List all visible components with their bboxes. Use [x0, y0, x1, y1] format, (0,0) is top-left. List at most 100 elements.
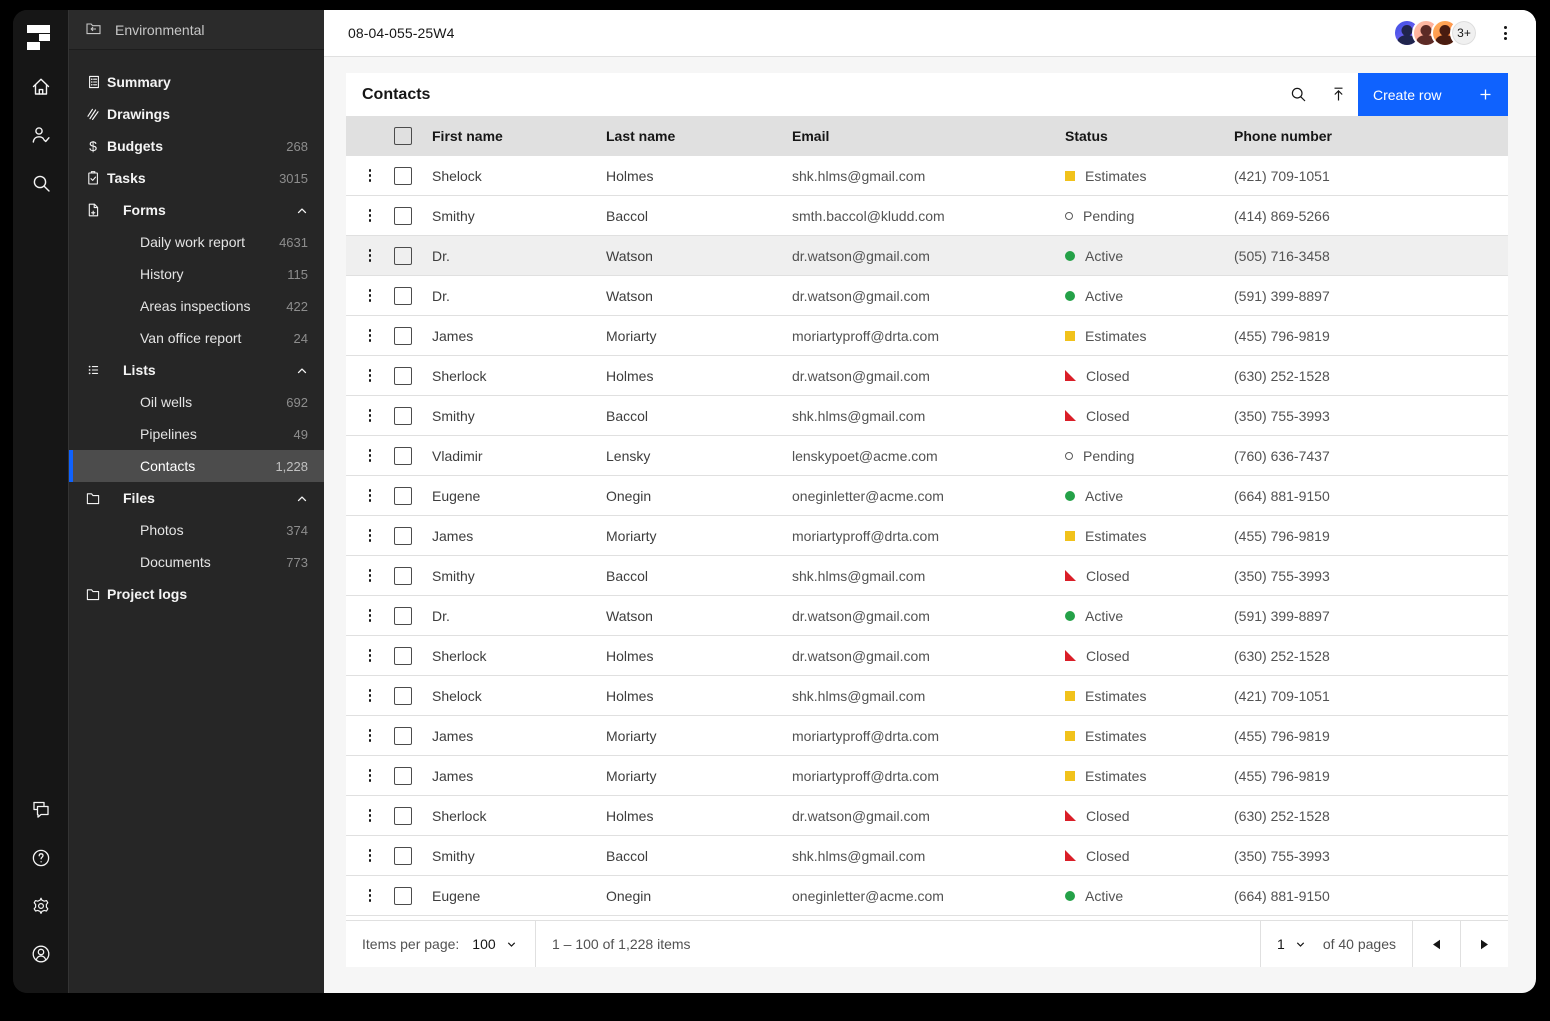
project-switcher[interactable]: Environmental [69, 10, 324, 50]
cell-phone: (591) 399-8897 [1234, 287, 1330, 304]
member-avatars[interactable]: 3+ [1393, 19, 1478, 47]
row-overflow-menu-icon[interactable] [361, 685, 379, 707]
sidebar-item-project-logs[interactable]: Project logs [69, 578, 324, 610]
row-checkbox[interactable] [394, 606, 412, 625]
row-overflow-menu-icon[interactable] [361, 885, 379, 907]
table-row[interactable]: Smithy Baccol smth.baccol@kludd.com Pending… [346, 196, 1508, 236]
upload-icon [1333, 87, 1343, 101]
table-row[interactable]: James Moriarty moriartyproff@drta.com Estim… [346, 716, 1508, 756]
table-header: First name Last name Email Status Phone … [346, 116, 1508, 156]
row-checkbox[interactable] [394, 806, 412, 825]
sidebar-item-budgets[interactable]: $ Budgets 268 [69, 130, 324, 162]
home-button[interactable] [30, 78, 52, 100]
row-checkbox[interactable] [394, 486, 412, 505]
row-overflow-menu-icon[interactable] [361, 325, 379, 347]
row-checkbox[interactable] [394, 526, 412, 545]
sidebar-item-photos[interactable]: Photos 374 [69, 514, 324, 546]
row-checkbox[interactable] [394, 446, 412, 465]
row-overflow-menu-icon[interactable] [361, 285, 379, 307]
row-overflow-menu-icon[interactable] [361, 365, 379, 387]
account-button[interactable] [30, 945, 52, 967]
table-row[interactable]: Dr. Watson dr.watson@gmail.com Active (591) … [346, 596, 1508, 636]
row-overflow-menu-icon[interactable] [361, 765, 379, 787]
table-row[interactable]: Smithy Baccol shk.hlms@gmail.com Closed (350… [346, 396, 1508, 436]
sidebar-item-areas-inspections[interactable]: Areas inspections 422 [69, 290, 324, 322]
row-overflow-menu-icon[interactable] [361, 245, 379, 267]
next-page-button[interactable] [1460, 921, 1508, 967]
sidebar-item-count: 1,228 [275, 458, 308, 474]
table-row[interactable]: Smithy Baccol shk.hlms@gmail.com Closed (350… [346, 556, 1508, 596]
row-checkbox[interactable] [394, 406, 412, 425]
table-row[interactable]: Shelock Holmes shk.hlms@gmail.com Estimates… [346, 156, 1508, 196]
table-row[interactable]: James Moriarty moriartyproff@drta.com Estim… [346, 516, 1508, 556]
sidebar-item-summary[interactable]: Summary [69, 66, 324, 98]
sidebar-item-documents[interactable]: Documents 773 [69, 546, 324, 578]
table-row[interactable]: Vladimir Lensky lenskypoet@acme.com Pending… [346, 436, 1508, 476]
row-checkbox[interactable] [394, 726, 412, 745]
forum-button[interactable] [30, 801, 52, 823]
sidebar-item-drawings[interactable]: Drawings [69, 98, 324, 130]
table-row[interactable]: Dr. Watson dr.watson@gmail.com Active (591) … [346, 276, 1508, 316]
sidebar-item-history[interactable]: History 115 [69, 258, 324, 290]
search-button[interactable] [1278, 73, 1318, 116]
overflow-menu-icon[interactable] [1496, 24, 1514, 42]
row-checkbox[interactable] [394, 766, 412, 785]
sidebar-item-forms[interactable]: Forms [69, 194, 324, 226]
sidebar-item-tasks[interactable]: Tasks 3015 [69, 162, 324, 194]
help-button[interactable] [30, 849, 52, 871]
select-all-checkbox[interactable] [394, 127, 412, 145]
row-checkbox[interactable] [394, 206, 412, 225]
row-overflow-menu-icon[interactable] [361, 805, 379, 827]
table-row[interactable]: Dr. Watson dr.watson@gmail.com Active (505) … [346, 236, 1508, 276]
user-follow-button[interactable] [30, 126, 52, 148]
row-overflow-menu-icon[interactable] [361, 485, 379, 507]
sidebar-item-oil-wells[interactable]: Oil wells 692 [69, 386, 324, 418]
cell-last-name: Watson [606, 287, 653, 304]
table-row[interactable]: Sherlock Holmes dr.watson@gmail.com Closed (… [346, 356, 1508, 396]
row-checkbox[interactable] [394, 326, 412, 345]
row-overflow-menu-icon[interactable] [361, 165, 379, 187]
table-row[interactable]: Smithy Baccol shk.hlms@gmail.com Closed (350… [346, 836, 1508, 876]
table-row[interactable]: Eugene Onegin oneginletter@acme.com Active (… [346, 476, 1508, 516]
row-checkbox[interactable] [394, 846, 412, 865]
row-checkbox[interactable] [394, 566, 412, 585]
row-checkbox[interactable] [394, 366, 412, 385]
row-checkbox[interactable] [394, 646, 412, 665]
avatar-overflow-badge[interactable]: 3+ [1450, 19, 1478, 47]
row-overflow-menu-icon[interactable] [361, 845, 379, 867]
sidebar-item-pipelines[interactable]: Pipelines 49 [69, 418, 324, 450]
table-row[interactable]: James Moriarty moriartyproff@drta.com Estim… [346, 756, 1508, 796]
sidebar-item-label: Project logs [107, 586, 188, 602]
row-overflow-menu-icon[interactable] [361, 405, 379, 427]
table-row[interactable]: Sherlock Holmes dr.watson@gmail.com Closed (… [346, 636, 1508, 676]
row-checkbox[interactable] [394, 286, 412, 305]
row-overflow-menu-icon[interactable] [361, 445, 379, 467]
sidebar-item-contacts[interactable]: Contacts 1,228 [69, 450, 324, 482]
row-overflow-menu-icon[interactable] [361, 565, 379, 587]
row-overflow-menu-icon[interactable] [361, 605, 379, 627]
row-checkbox[interactable] [394, 886, 412, 905]
table-row[interactable]: James Moriarty moriartyproff@drta.com Estim… [346, 316, 1508, 356]
table-row[interactable]: Shelock Holmes shk.hlms@gmail.com Estimates… [346, 676, 1508, 716]
sidebar-item-lists[interactable]: Lists [69, 354, 324, 386]
upload-button[interactable] [1318, 73, 1358, 116]
sidebar-item-daily-work-report[interactable]: Daily work report 4631 [69, 226, 324, 258]
items-per-page-select[interactable]: 100 [472, 936, 516, 952]
previous-page-button[interactable] [1412, 921, 1460, 967]
row-checkbox[interactable] [394, 246, 412, 265]
row-checkbox[interactable] [394, 686, 412, 705]
page-select[interactable]: 1 [1277, 936, 1306, 952]
create-row-button[interactable]: Create row [1358, 73, 1508, 116]
row-overflow-menu-icon[interactable] [361, 645, 379, 667]
row-overflow-menu-icon[interactable] [361, 525, 379, 547]
table-row[interactable]: Sherlock Holmes dr.watson@gmail.com Closed (… [346, 796, 1508, 836]
sidebar-item-files[interactable]: Files [69, 482, 324, 514]
table-row[interactable]: Eugene Onegin oneginletter@acme.com Active (… [346, 876, 1508, 916]
sidebar-item-van-office-report[interactable]: Van office report 24 [69, 322, 324, 354]
search-button[interactable] [30, 174, 52, 196]
settings-button[interactable] [30, 897, 52, 919]
row-overflow-menu-icon[interactable] [361, 725, 379, 747]
row-checkbox[interactable] [394, 166, 412, 185]
row-overflow-menu-icon[interactable] [361, 205, 379, 227]
cell-first-name: Sherlock [432, 807, 487, 824]
